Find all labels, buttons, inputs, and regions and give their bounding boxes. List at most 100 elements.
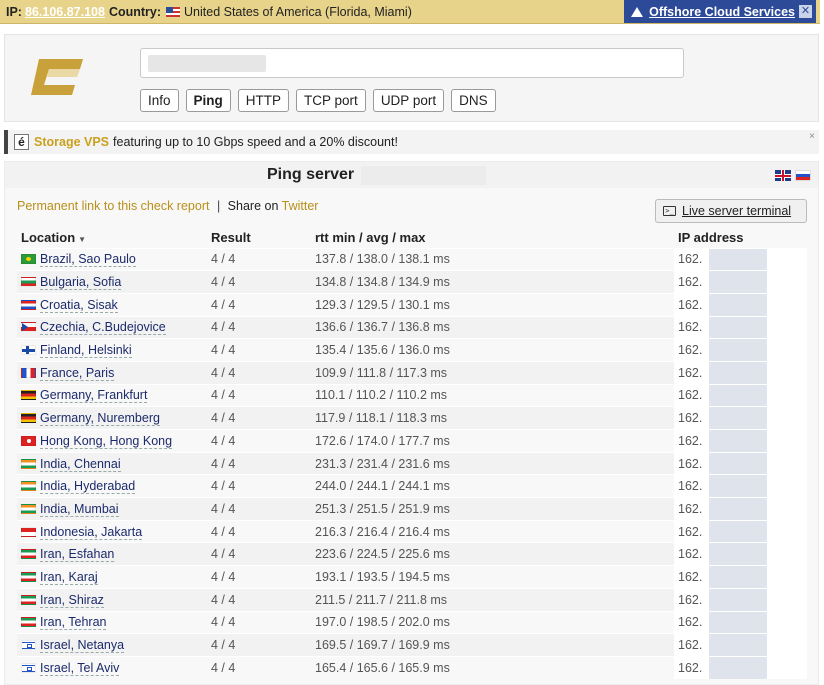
table-row: France, Paris 4 / 4 109.9 / 111.8 / 117.3 … [17,360,807,385]
english-language-icon[interactable] [775,170,791,181]
location-name[interactable]: Indonesia, Jakarta [40,524,143,540]
tab-tcp-port[interactable]: TCP port [296,89,366,112]
tab-udp-port[interactable]: UDP port [372,89,445,112]
tab-http[interactable]: HTTP [237,89,290,112]
rtt-cell: 223.6 / 224.5 / 225.6 ms [311,542,674,566]
location-name[interactable]: Israel, Tel Aviv [40,660,120,676]
location-cell[interactable]: Iran, Esfahan [17,542,207,566]
location-name[interactable]: India, Chennai [40,456,121,472]
location-name[interactable]: Germany, Nuremberg [40,411,160,427]
location-cell[interactable]: Hong Kong, Hong Kong [17,429,207,453]
location-name[interactable]: India, Hyderabad [40,479,136,495]
tab-info[interactable]: Info [140,89,179,112]
redacted-ip [709,293,767,316]
location-cell[interactable]: Israel, Netanya [17,633,207,657]
redacted-ip [709,520,767,543]
tab-ping[interactable]: Ping [185,89,231,112]
ip-cell: 162. [674,429,807,453]
russian-language-icon[interactable] [795,170,811,181]
location-name[interactable]: Brazil, Sao Paulo [40,252,136,268]
location-cell[interactable]: Germany, Nuremberg [17,406,207,430]
table-row: Iran, Karaj 4 / 4 193.1 / 193.5 / 194.5 ms… [17,565,807,589]
location-cell[interactable]: Finland, Helsinki [17,338,207,362]
rtt-cell: 193.1 / 193.5 / 194.5 ms [311,565,674,589]
location-name[interactable]: Iran, Karaj [40,569,98,585]
id-flag-icon [21,526,36,537]
column-location[interactable]: Location ▼ [17,228,207,248]
location-cell[interactable]: Bulgaria, Sofia [17,270,207,294]
location-cell[interactable]: France, Paris [17,360,207,385]
location-cell[interactable]: Iran, Shiraz [17,587,207,611]
location-cell[interactable]: Iran, Tehran [17,610,207,634]
ip-cell: 162. [674,360,807,385]
terminal-icon: >_ [663,206,676,216]
promo-banner[interactable]: é Storage VPS featuring up to 10 Gbps sp… [4,130,819,154]
close-banner-icon[interactable]: ✕ [799,5,812,18]
cloud-logo-icon [630,6,644,18]
redacted-target-host [361,166,486,185]
location-name[interactable]: Bulgaria, Sofia [40,275,122,291]
report-links: Permanent link to this check report | Sh… [17,199,318,213]
location-cell[interactable]: Iran, Karaj [17,565,207,589]
location-name[interactable]: Iran, Tehran [40,615,107,631]
location-name[interactable]: Israel, Netanya [40,638,125,654]
il-flag-icon [21,640,36,651]
fi-flag-icon [21,345,36,356]
location-name[interactable]: France, Paris [40,365,115,381]
location-name[interactable]: India, Mumbai [40,501,119,517]
sort-arrow-icon[interactable]: ▼ [78,235,86,244]
location-cell[interactable]: Croatia, Sisak [17,292,207,317]
cz-flag-icon [21,322,36,333]
tab-dns[interactable]: DNS [451,89,496,112]
ip-cell: 162. [674,542,807,566]
location-name[interactable]: Iran, Shiraz [40,592,104,608]
promo-brand-link[interactable]: Storage VPS [34,135,109,149]
redacted-ip [709,361,767,384]
location-name[interactable]: Czechia, C.Budejovice [40,320,166,336]
ip-prefix: 162. [678,592,703,607]
location-cell[interactable]: Indonesia, Jakarta [17,519,207,543]
offshore-cloud-banner[interactable]: Offshore Cloud Services ✕ [624,0,816,23]
location-cell[interactable]: India, Chennai [17,451,207,475]
host-input[interactable] [140,48,684,78]
location-cell[interactable]: India, Hyderabad [17,474,207,498]
rtt-cell: 197.0 / 198.5 / 202.0 ms [311,610,674,634]
ip-cell: 162. [674,451,807,475]
location-cell[interactable]: Israel, Tel Aviv [17,655,207,680]
table-row: Israel, Tel Aviv 4 / 4 165.4 / 165.6 / 165… [17,655,807,680]
share-twitter-link[interactable]: Twitter [282,199,319,213]
results-header: Ping server [5,162,818,188]
result-cell: 4 / 4 [207,474,311,498]
results-title: Ping server [267,166,355,183]
location-cell[interactable]: India, Mumbai [17,497,207,521]
site-logo-icon[interactable] [31,53,83,101]
offshore-link[interactable]: Offshore Cloud Services [649,5,795,19]
results-card: Ping server Permanent link to this check… [4,161,819,685]
share-prefix: Share on [227,199,279,213]
permanent-link[interactable]: Permanent link to this check report [17,199,209,213]
live-terminal-button[interactable]: >_ Live server terminal [655,199,807,223]
rtt-cell: 216.3 / 216.4 / 216.4 ms [311,519,674,543]
location-name[interactable]: Hong Kong, Hong Kong [40,433,173,449]
ip-cell: 162. [674,383,807,407]
location-cell[interactable]: Czechia, C.Budejovice [17,315,207,339]
redacted-ip [709,407,767,429]
location-cell[interactable]: Germany, Frankfurt [17,383,207,407]
result-cell: 4 / 4 [207,338,311,362]
provider-logo-icon: é [14,134,29,150]
location-name[interactable]: Germany, Frankfurt [40,388,148,404]
close-promo-icon[interactable]: × [809,131,815,142]
redacted-ip [709,656,767,680]
location-name[interactable]: Croatia, Sisak [40,297,118,313]
table-row: Germany, Nuremberg 4 / 4 117.9 / 118.1 / 1… [17,406,807,430]
location-cell[interactable]: Brazil, Sao Paulo [17,247,207,271]
ip-address-link[interactable]: 86.106.87.108 [25,5,105,19]
table-row: Israel, Netanya 4 / 4 169.5 / 169.7 / 169.… [17,633,807,657]
location-name[interactable]: Finland, Helsinki [40,343,132,359]
redacted-ip [709,384,767,407]
ip-prefix: 162. [678,524,703,539]
location-name[interactable]: Iran, Esfahan [40,547,115,563]
ip-cell: 162. [674,406,807,430]
table-row: India, Mumbai 4 / 4 251.3 / 251.5 / 251.9 … [17,497,807,521]
ip-cell: 162. [674,474,807,498]
